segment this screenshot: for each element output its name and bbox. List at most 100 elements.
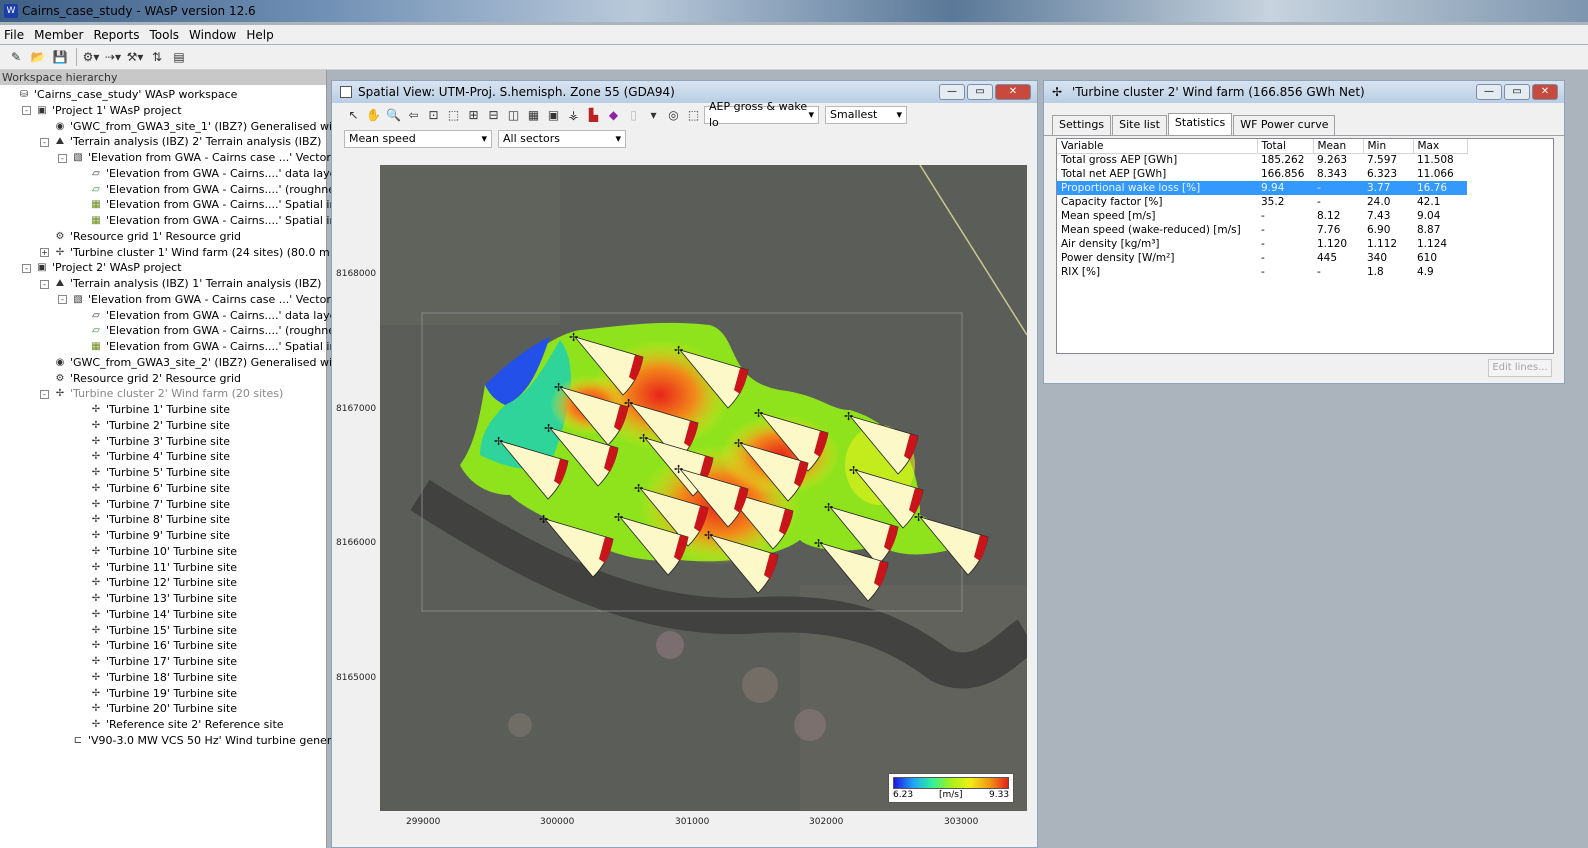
- tree-node[interactable]: - ⛰ 'Terrain analysis (IBZ) 2' Terrain ana…: [40, 134, 321, 150]
- pan-hand-icon[interactable]: ✋: [364, 106, 383, 125]
- table-row[interactable]: Mean speed [m/s] - 8.12 7.43 9.04: [1057, 209, 1467, 223]
- column-header[interactable]: Variable: [1057, 139, 1258, 154]
- table-row[interactable]: Total net AEP [GWh] 166.856 8.343 6.323 11.0…: [1057, 167, 1467, 181]
- menu-help[interactable]: Help: [246, 28, 273, 42]
- table-row[interactable]: Proportional wake loss [%] 9.94-3.77 16.76: [1057, 181, 1467, 195]
- tree-node[interactable]: ✢ 'Turbine 15' Turbine site: [89, 623, 237, 639]
- minimize-button[interactable]: —: [1476, 84, 1502, 100]
- tab-statistics[interactable]: Statistics: [1167, 113, 1233, 135]
- tree-node[interactable]: ✢ 'Turbine 10' Turbine site: [89, 544, 237, 560]
- variable-combo[interactable]: Mean speed ▾: [344, 130, 492, 148]
- purple-marker-icon[interactable]: ◆: [604, 106, 623, 125]
- table-row[interactable]: Air density [kg/m³] - 1.120 1.112 1.124: [1057, 237, 1467, 251]
- tools-icon[interactable]: ⚒▾: [125, 47, 145, 67]
- tab-site-list[interactable]: Site list: [1112, 115, 1167, 135]
- tree-node[interactable]: ✢ 'Turbine 2' Turbine site: [89, 418, 230, 434]
- table-row[interactable]: Mean speed (wake-reduced) [m/s] - 7.76 6.90…: [1057, 223, 1467, 237]
- collapse-icon[interactable]: -: [40, 389, 49, 399]
- column-header[interactable]: Mean: [1313, 139, 1364, 154]
- tree-node[interactable]: - ▣ 'Project 1' WAsP project: [22, 103, 182, 119]
- aep-display-combo[interactable]: AEP gross & wake lo ▾: [704, 100, 819, 129]
- table-row[interactable]: Power density [W/m²] - 445 340 610: [1057, 251, 1467, 265]
- dropdown-arrow-icon[interactable]: ▾: [644, 106, 663, 125]
- tree-node[interactable]: - ✢ 'Turbine cluster 2' Wind farm (20 site…: [40, 386, 283, 402]
- tree-node[interactable]: - ▧ 'Elevation from GWA - Cairns case ...'…: [58, 292, 359, 308]
- tree-node[interactable]: ✢ 'Turbine 8' Turbine site: [89, 512, 230, 528]
- collapse-icon[interactable]: -: [40, 137, 49, 147]
- menu-tools[interactable]: Tools: [149, 28, 179, 42]
- tree-node[interactable]: ✢ 'Turbine 11' Turbine site: [89, 560, 237, 576]
- collapse-icon[interactable]: -: [58, 153, 67, 163]
- collapse-icon[interactable]: -: [40, 279, 49, 289]
- map-canvas[interactable]: ✢✢✢✢✢✢✢✢✢✢✢✢✢✢✢✢✢✢✢✢ 6.23 [m/s] 9.33: [380, 165, 1027, 811]
- tree-node[interactable]: ✢ 'Turbine 12' Turbine site: [89, 575, 237, 591]
- tree-node[interactable]: ✢ 'Turbine 16' Turbine site: [89, 638, 237, 654]
- column-header[interactable]: Min: [1363, 139, 1414, 154]
- tree-node[interactable]: ⊏ 'V90-3.0 MW VCS 50 Hz' Wind turbine gen…: [71, 733, 354, 749]
- tree-node[interactable]: ✢ 'Reference site 2' Reference site: [89, 717, 284, 733]
- tree-node[interactable]: ✢ 'Turbine 6' Turbine site: [89, 481, 230, 497]
- zoom-extent-icon[interactable]: ⊡: [424, 106, 443, 125]
- menu-file[interactable]: File: [4, 28, 24, 42]
- minimize-button[interactable]: —: [939, 84, 965, 100]
- arrows-icon[interactable]: ⇅: [147, 47, 167, 67]
- expand-icon[interactable]: +: [40, 248, 49, 257]
- tree-node[interactable]: ▱ 'Elevation from GWA - Cairns....' data …: [89, 166, 341, 182]
- tree-node[interactable]: ✢ 'Turbine 9' Turbine site: [89, 528, 230, 544]
- open-icon[interactable]: 📂: [28, 47, 48, 67]
- tree-node[interactable]: ✢ 'Turbine 3' Turbine site: [89, 434, 230, 450]
- tree-node[interactable]: ▱ 'Elevation from GWA - Cairns....' data …: [89, 308, 341, 324]
- tree-node[interactable]: ✢ 'Turbine 4' Turbine site: [89, 449, 230, 465]
- save-icon[interactable]: 💾: [50, 47, 70, 67]
- zoom-icon[interactable]: 🔍: [384, 106, 403, 125]
- tree-node[interactable]: - ▣ 'Project 2' WAsP project: [22, 260, 182, 276]
- tree-node[interactable]: ✢ 'Turbine 20' Turbine site: [89, 701, 237, 717]
- tree-node[interactable]: ✢ 'Turbine 17' Turbine site: [89, 654, 237, 670]
- grid-zoom-out-icon[interactable]: ⊟: [484, 106, 503, 125]
- building-icon[interactable]: ▙: [584, 106, 603, 125]
- tab-wf-power-curve[interactable]: WF Power curve: [1233, 115, 1336, 135]
- globe-icon[interactable]: ◎: [664, 106, 683, 125]
- collapse-icon[interactable]: -: [22, 263, 31, 273]
- tree-node[interactable]: ⚙ 'Resource grid 1' Resource grid: [53, 229, 242, 245]
- document-icon[interactable]: ▤: [169, 47, 189, 67]
- tree-node[interactable]: - ▧ 'Elevation from GWA - Cairns case ...'…: [58, 150, 359, 166]
- select-region-icon[interactable]: ⬚: [444, 106, 463, 125]
- tree-node[interactable]: ⚙ 'Resource grid 2' Resource grid: [53, 371, 242, 387]
- back-icon[interactable]: ⇦: [404, 106, 423, 125]
- tree-node[interactable]: ▱ 'Elevation from GWA - Cairns....' (roug…: [89, 323, 361, 339]
- tree-node[interactable]: + ✢ 'Turbine cluster 1' Wind farm (24 site…: [40, 245, 364, 261]
- tree-node[interactable]: ⛁ 'Cairns_case_study' WAsP workspace: [17, 87, 238, 103]
- new-icon[interactable]: ✎: [6, 47, 26, 67]
- table-row[interactable]: RIX [%] - - 1.8 4.9: [1057, 265, 1467, 279]
- pointer-icon[interactable]: ↖: [344, 106, 363, 125]
- tree-node[interactable]: ✢ 'Turbine 13' Turbine site: [89, 591, 237, 607]
- tree-node[interactable]: ✢ 'Turbine 19' Turbine site: [89, 686, 237, 702]
- image-toggle-icon[interactable]: ▣: [544, 106, 563, 125]
- column-header[interactable]: Max: [1413, 139, 1468, 154]
- close-button[interactable]: ✕: [1532, 84, 1558, 100]
- maximize-button[interactable]: ▭: [1504, 84, 1530, 100]
- hierarchy-icon[interactable]: ⚙▾: [81, 47, 101, 67]
- maximize-button[interactable]: ▭: [967, 84, 993, 100]
- tree-node[interactable]: ▦ 'Elevation from GWA - Cairns....' Spati…: [89, 197, 360, 213]
- collapse-icon[interactable]: -: [58, 295, 67, 305]
- table-row[interactable]: Capacity factor [%] 35.2 - 24.0 42.1: [1057, 195, 1467, 209]
- tree-node[interactable]: ✢ 'Turbine 5' Turbine site: [89, 465, 230, 481]
- insert-icon[interactable]: ⇢▾: [103, 47, 123, 67]
- layer-toggle-icon[interactable]: ◫: [504, 106, 523, 125]
- table-row[interactable]: Total gross AEP [GWh] 185.262 9.263 7.597 11…: [1057, 153, 1467, 167]
- menu-window[interactable]: Window: [189, 28, 236, 42]
- tab-settings[interactable]: Settings: [1052, 115, 1112, 135]
- frame-icon[interactable]: ⬚: [684, 106, 703, 125]
- tree-node[interactable]: ✢ 'Turbine 7' Turbine site: [89, 497, 230, 513]
- grid-zoom-icon[interactable]: ⊞: [464, 106, 483, 125]
- column-header[interactable]: Total: [1257, 139, 1314, 154]
- collapse-icon[interactable]: -: [22, 106, 31, 116]
- tree-node[interactable]: ▦ 'Elevation from GWA - Cairns....' Spati…: [89, 339, 360, 355]
- raster-icon[interactable]: ▦: [524, 106, 543, 125]
- turbine-tool-icon[interactable]: ⚶: [564, 106, 583, 125]
- sector-combo[interactable]: All sectors ▾: [498, 130, 626, 148]
- tree-node[interactable]: ✢ 'Turbine 14' Turbine site: [89, 607, 237, 623]
- tree-node[interactable]: ✢ 'Turbine 18' Turbine site: [89, 670, 237, 686]
